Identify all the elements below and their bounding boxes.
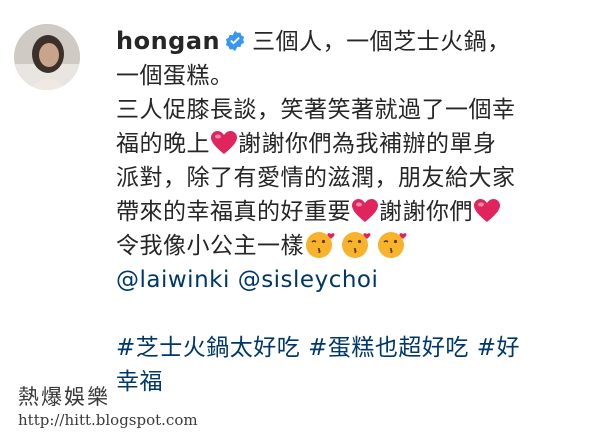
- username-link[interactable]: hongan: [116, 27, 220, 55]
- hashtags-line: #芝士火鍋太好吃 #蛋糕也超好吃 #好: [116, 331, 596, 365]
- profile-avatar[interactable]: [14, 24, 80, 90]
- caption-text: 三個人，一個芝士火鍋，: [252, 29, 511, 55]
- caption-text: 謝謝你們: [379, 199, 473, 225]
- mention-link-laiwinki[interactable]: @laiwinki: [116, 267, 230, 293]
- caption-text: 謝謝你們為我補辦的單身: [238, 131, 497, 157]
- watermark-title: 熱爆娛樂: [18, 385, 110, 409]
- red-heart-emoji-icon: [211, 131, 237, 154]
- caption-line-1: hongan 三個人，一個芝士火鍋，: [116, 24, 596, 59]
- hashtag-link-cake[interactable]: #蛋糕也超好吃: [308, 335, 469, 361]
- caption-line-4: 福的晚上 謝謝你們為我補辦的單身: [116, 127, 596, 161]
- kissing-face-emoji-icon: [378, 232, 407, 258]
- hashtag-link-happiness[interactable]: #好: [477, 335, 520, 361]
- red-heart-emoji-icon: [474, 199, 500, 222]
- hashtag-link-cheese-hotpot[interactable]: #芝士火鍋太好吃: [116, 335, 300, 361]
- mention-link-sisleychoi[interactable]: @sisleychoi: [238, 267, 379, 293]
- post-caption: hongan 三個人，一個芝士火鍋， 一個蛋糕。 三人促膝長談，笑著笑著就過了一…: [116, 24, 596, 399]
- caption-line-5: 派對，除了有愛情的滋潤，朋友給大家: [116, 165, 516, 191]
- verified-badge-icon: [226, 30, 245, 52]
- mentions-line: @laiwinki @sisleychoi: [116, 263, 596, 297]
- avatar-photo-icon: [14, 24, 80, 90]
- caption-text: 帶來的幸福真的好重要: [116, 199, 351, 225]
- caption-text: 福的晚上: [116, 131, 210, 157]
- instagram-post: hongan 三個人，一個芝士火鍋， 一個蛋糕。 三人促膝長談，笑著笑著就過了一…: [0, 0, 608, 435]
- kissing-face-emoji-icon: [342, 232, 371, 258]
- caption-line-7: 令我像小公主一樣: [116, 229, 596, 263]
- caption-line-6: 帶來的幸福真的好重要 謝謝你們: [116, 195, 596, 229]
- caption-line-2: 一個蛋糕。: [116, 63, 234, 89]
- red-heart-emoji-icon: [352, 199, 378, 222]
- caption-line-3: 三人促膝長談，笑著笑著就過了一個幸: [116, 97, 516, 123]
- kissing-face-emoji-icon: [306, 232, 335, 258]
- site-watermark: 熱爆娛樂 http://hitt.blogspot.com: [18, 384, 198, 430]
- watermark-url: http://hitt.blogspot.com: [18, 411, 198, 429]
- caption-text: 令我像小公主一樣: [116, 233, 304, 259]
